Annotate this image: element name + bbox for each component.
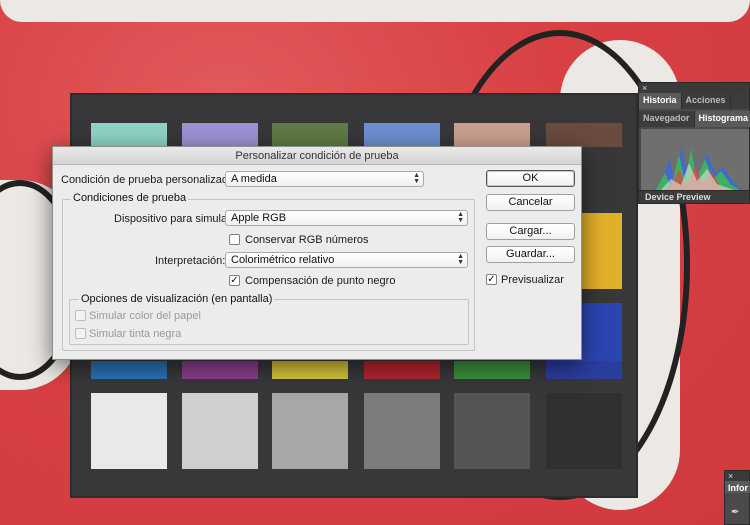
color-swatch (546, 123, 622, 147)
eyedropper-icon: ✒ (731, 507, 740, 518)
preview-label: Previsualizar (501, 274, 564, 286)
display-options-title: Opciones de visualización (en pantalla) (79, 293, 275, 305)
device-value: Apple RGB (231, 212, 287, 224)
simulate-paper-label: Simular color del papel (89, 310, 201, 322)
tab-acciones[interactable]: Acciones (682, 93, 731, 109)
custom-condition-select[interactable]: A medida ▲ ▼ (225, 171, 424, 187)
black-point-label: Compensación de punto negro (245, 275, 396, 287)
check-mark-icon: ✓ (487, 274, 496, 285)
device-label: Dispositivo para simular: (114, 213, 234, 225)
intent-select[interactable]: Colorimétrico relativo ▲ ▼ (225, 252, 468, 268)
select-arrows-icon: ▲ ▼ (457, 253, 464, 266)
select-arrows-icon: ▲ ▼ (413, 172, 420, 185)
simulate-black-ink-label: Simular tinta negra (89, 328, 182, 340)
tab-info[interactable]: Infor (725, 481, 750, 493)
color-swatch (454, 361, 530, 379)
simulate-paper-checkbox[interactable] (75, 310, 86, 321)
load-button[interactable]: Cargar... (486, 223, 575, 240)
tab-navegador[interactable]: Navegador (639, 111, 695, 127)
device-preview-panel: Device Preview (638, 190, 750, 204)
device-preview-label[interactable]: Device Preview (639, 191, 749, 202)
color-swatch (91, 123, 167, 147)
color-swatch (272, 123, 348, 147)
color-swatch (454, 393, 530, 469)
dialog-title: Personalizar condición de prueba (53, 147, 581, 165)
tab-histograma[interactable]: Histograma (694, 111, 750, 127)
preserve-rgb-checkbox[interactable] (229, 234, 240, 245)
color-swatch (182, 123, 258, 147)
simulate-black-ink-checkbox[interactable] (75, 328, 86, 339)
histogram-graph (641, 129, 749, 195)
color-swatch (182, 393, 258, 469)
custom-condition-value: A medida (231, 173, 277, 185)
color-swatch (272, 393, 348, 469)
history-panel: × Historia Acciones Navegador Histograma (638, 82, 750, 204)
panel-tabs-bottom: Navegador Histograma (639, 111, 750, 127)
info-panel: × Infor ✒ (724, 470, 750, 525)
intent-label: Interpretación: (155, 255, 226, 267)
customize-proof-dialog: Personalizar condición de prueba Condici… (52, 146, 582, 360)
color-swatch (364, 393, 440, 469)
color-swatch (546, 393, 622, 469)
color-swatch (272, 361, 348, 379)
check-mark-icon: ✓ (230, 275, 239, 286)
preview-checkbox[interactable]: ✓ (486, 274, 497, 285)
intent-value: Colorimétrico relativo (231, 254, 335, 266)
color-swatch (182, 361, 258, 379)
select-arrows-icon: ▲ ▼ (457, 211, 464, 224)
tab-historia[interactable]: Historia (639, 93, 682, 109)
preserve-rgb-label: Conservar RGB números (245, 234, 369, 246)
color-swatch (364, 361, 440, 379)
color-swatch (364, 123, 440, 147)
ok-button[interactable]: OK (486, 170, 575, 187)
save-button[interactable]: Guardar... (486, 246, 575, 263)
panel-tabs-top: Historia Acciones (639, 93, 749, 109)
custom-condition-label: Condición de prueba personalizada: (61, 174, 238, 186)
cancel-button[interactable]: Cancelar (486, 194, 575, 211)
paint-stroke (0, 0, 750, 22)
color-swatch (91, 361, 167, 379)
color-swatch (546, 361, 622, 379)
color-swatch (454, 123, 530, 147)
proof-conditions-title: Condiciones de prueba (71, 192, 189, 204)
device-select[interactable]: Apple RGB ▲ ▼ (225, 210, 468, 226)
panel-close-icon[interactable]: × (639, 83, 749, 93)
panel-close-icon[interactable]: × (725, 471, 749, 481)
black-point-checkbox[interactable]: ✓ (229, 275, 240, 286)
color-swatch (91, 393, 167, 469)
